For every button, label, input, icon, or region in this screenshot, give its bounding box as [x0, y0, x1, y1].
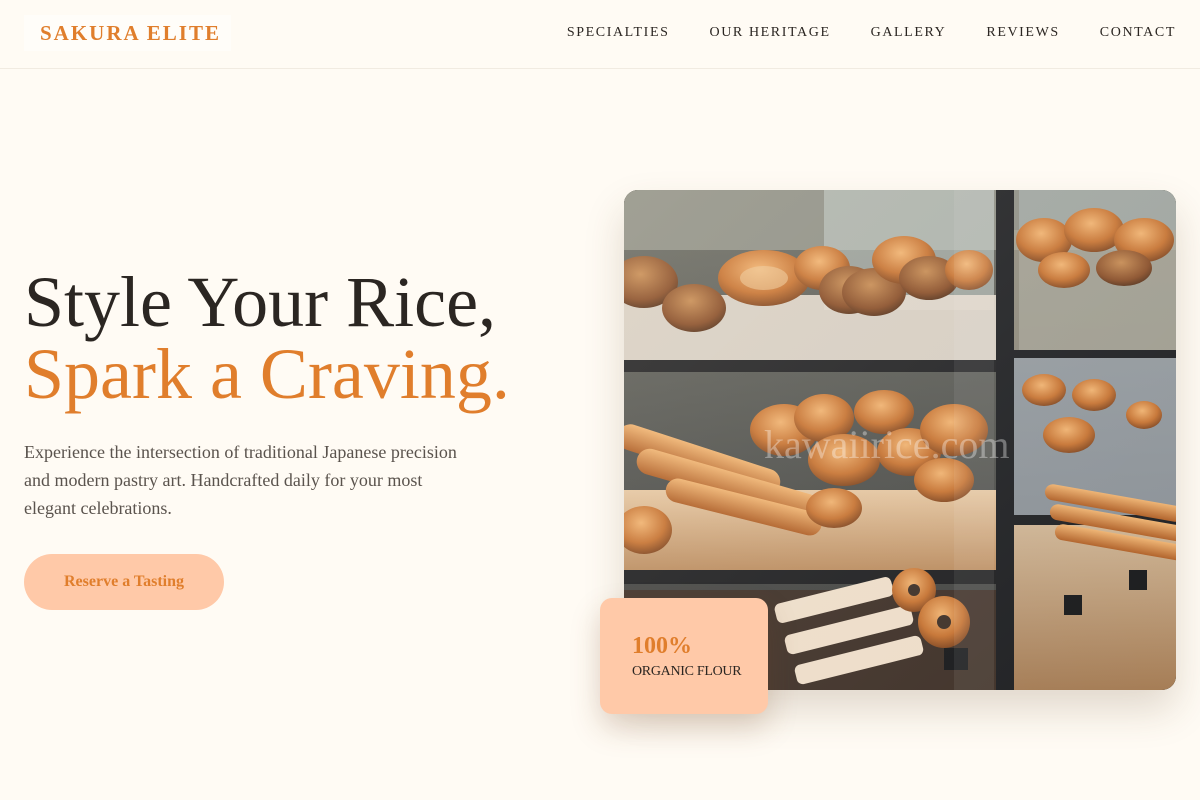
- brand-logo[interactable]: SAKURA ELITE: [24, 15, 231, 51]
- stat-value: 100%: [632, 633, 692, 659]
- hero-title-line2: Spark a Craving.: [24, 334, 510, 414]
- organic-flour-stat-card: 100% ORGANIC FLOUR: [600, 598, 768, 714]
- hero-title: Style Your Rice, Spark a Craving.: [24, 266, 510, 410]
- reserve-tasting-button[interactable]: Reserve a Tasting: [24, 554, 224, 610]
- hero-title-line1: Style Your Rice,: [24, 262, 497, 342]
- nav-item-specialties[interactable]: SPECIALTIES: [567, 25, 670, 41]
- nav-item-reviews[interactable]: REVIEWS: [986, 25, 1059, 41]
- hero-description: Experience the intersection of tradition…: [24, 442, 457, 518]
- image-watermark: kawaiirice.com: [764, 422, 1009, 467]
- nav-item-contact[interactable]: CONTACT: [1100, 25, 1176, 41]
- nav-item-our-heritage[interactable]: OUR HERITAGE: [709, 25, 830, 41]
- site-header: SAKURA ELITE SPECIALTIES OUR HERITAGE GA…: [0, 0, 1200, 69]
- nav-item-gallery[interactable]: GALLERY: [871, 25, 947, 41]
- stat-label: ORGANIC FLOUR: [632, 664, 742, 679]
- main-nav: SPECIALTIES OUR HERITAGE GALLERY REVIEWS…: [567, 0, 1176, 66]
